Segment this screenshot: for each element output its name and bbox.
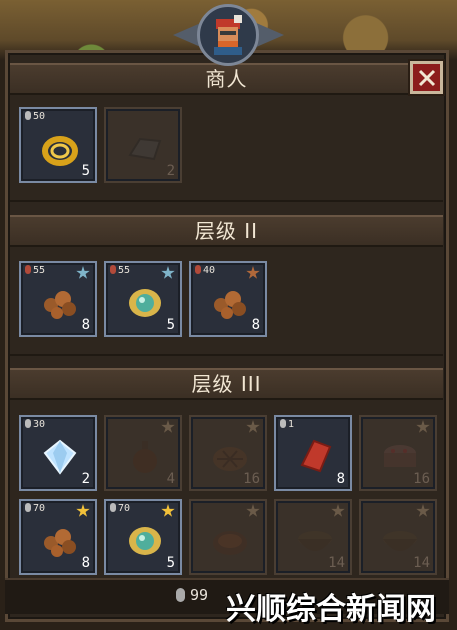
price-value: 30: [33, 419, 46, 430]
currency-icon: [195, 265, 201, 274]
tier-star-icon: [416, 420, 430, 433]
tier-star-icon: [246, 504, 260, 517]
price-value: 55: [33, 265, 46, 276]
price-value: 50: [33, 111, 46, 122]
section-divider: [10, 354, 443, 356]
item-price: 70: [110, 503, 130, 514]
tier3-section-header: 层级 III: [10, 368, 443, 400]
tier3-slot[interactable]: 30 2: [19, 415, 97, 491]
tier2-slot[interactable]: 40 8: [189, 261, 267, 337]
tier2-slot[interactable]: 55 8: [19, 261, 97, 337]
gem-orb-icon: [124, 519, 166, 561]
currency-icon: [110, 503, 116, 512]
price-value: 55: [118, 265, 131, 276]
gold-rope-icon: [39, 127, 81, 169]
item-quantity: 5: [81, 163, 90, 179]
tier-star-icon: [416, 504, 430, 517]
tier-star-icon: [76, 266, 90, 279]
currency-icon: [25, 111, 31, 120]
merchant-face-icon: [214, 15, 242, 55]
coin-count: 99: [190, 586, 209, 604]
tier3-slot[interactable]: 70 8: [19, 499, 97, 575]
item-quantity: 4: [166, 471, 175, 487]
item-quantity: 5: [166, 317, 175, 333]
currency-icon: [110, 265, 116, 274]
currency-icon: [25, 503, 31, 512]
merchant-slot[interactable]: 2: [104, 107, 182, 183]
tier-star-icon: [161, 420, 175, 433]
tier3-slot[interactable]: 14: [359, 499, 437, 575]
price-value: 40: [203, 265, 216, 276]
merchant-slot[interactable]: 50 5: [19, 107, 97, 183]
merchant-portrait-avatar: [197, 4, 259, 66]
tier3-slot[interactable]: 18: [274, 415, 352, 491]
nuts-icon: [39, 281, 81, 323]
tier3-slot[interactable]: 70 5: [104, 499, 182, 575]
currency-icon: [25, 419, 31, 428]
section-divider: [10, 200, 443, 202]
tier2-section-header: 层级 II: [10, 215, 443, 247]
item-quantity: 8: [81, 555, 90, 571]
item-price: 40: [195, 265, 215, 276]
item-quantity: 14: [328, 555, 345, 571]
tier2-slot[interactable]: 55 5: [104, 261, 182, 337]
tier3-slot[interactable]: 14: [274, 499, 352, 575]
item-quantity: 8: [336, 471, 345, 487]
item-quantity: 2: [166, 163, 175, 179]
tier3-slot[interactable]: 4: [104, 415, 182, 491]
item-quantity: 14: [413, 555, 430, 571]
item-quantity: 8: [81, 317, 90, 333]
stone-ingot-icon: [124, 127, 166, 169]
tier3-slot[interactable]: [189, 499, 267, 575]
merchant-section-header: 商人: [10, 63, 443, 95]
tier-star-icon: [246, 266, 260, 279]
item-price: 50: [25, 111, 45, 122]
tier-star-icon: [76, 504, 90, 517]
tier3-title: 层级 III: [191, 372, 262, 396]
currency-icon: [25, 265, 31, 274]
watermark-text: 兴顺综合新闻网: [226, 592, 436, 627]
coin-icon: [176, 588, 185, 602]
nuts-icon: [209, 281, 251, 323]
tier-star-icon: [161, 504, 175, 517]
tier3-slot[interactable]: 16: [359, 415, 437, 491]
price-value: 70: [118, 503, 131, 514]
cloth-icon: [294, 435, 336, 477]
item-quantity: 2: [81, 471, 90, 487]
item-price: 1: [280, 419, 294, 430]
item-quantity: 5: [166, 555, 175, 571]
item-quantity: 16: [413, 471, 430, 487]
close-button[interactable]: [408, 59, 445, 96]
tier-star-icon: [161, 266, 175, 279]
diamond-icon: [39, 435, 81, 477]
gem-orb-icon: [124, 281, 166, 323]
nuts-icon: [39, 519, 81, 561]
potion-icon: [124, 435, 166, 477]
tier3-slot[interactable]: 16: [189, 415, 267, 491]
item-price: 30: [25, 419, 45, 430]
stew-icon: [209, 519, 251, 561]
currency-icon: [280, 419, 286, 428]
item-price: 55: [110, 265, 130, 276]
item-quantity: 8: [251, 317, 260, 333]
tier-star-icon: [246, 420, 260, 433]
merchant-title: 商人: [205, 67, 248, 91]
close-icon: [418, 69, 435, 86]
item-price: 55: [25, 265, 45, 276]
item-quantity: 16: [243, 471, 260, 487]
price-value: 70: [33, 503, 46, 514]
price-value: 1: [288, 419, 295, 430]
tier2-title: 层级 II: [194, 219, 259, 243]
item-price: 70: [25, 503, 45, 514]
tier-star-icon: [331, 504, 345, 517]
